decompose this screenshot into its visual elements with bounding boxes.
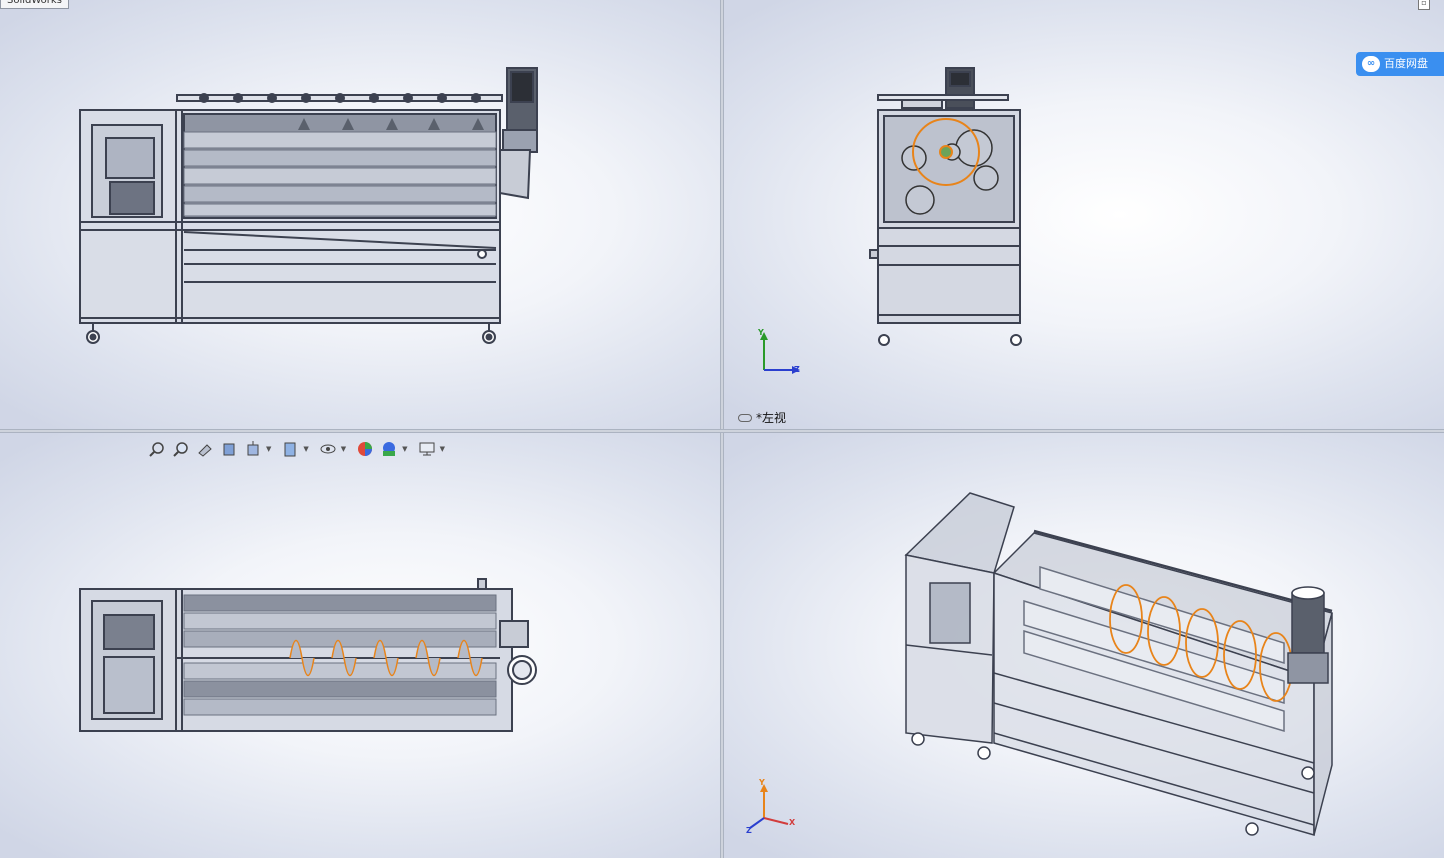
viewport-front[interactable]: SolidWorks <box>0 0 720 429</box>
view-settings-icon[interactable] <box>416 439 438 459</box>
view-name-label: *左视 <box>738 409 786 426</box>
cloud-icon: ∞ <box>1362 56 1380 72</box>
restore-view-icon[interactable]: ▫ <box>1418 0 1430 10</box>
coordinate-triad: Y Z <box>754 328 804 384</box>
view-orientation-icon[interactable] <box>242 439 264 459</box>
isometric-model <box>904 492 1333 836</box>
viewport-top-view[interactable]: ▼ ▼ ▼ ▼ ▼ <box>0 433 720 858</box>
left-view-model <box>869 67 1022 346</box>
top-view-model <box>79 578 537 732</box>
hide-show-items-icon[interactable] <box>317 439 339 459</box>
baidu-badge-label: 百度网盘 <box>1384 57 1428 70</box>
zoom-to-area-icon[interactable] <box>170 439 192 459</box>
display-style-icon[interactable] <box>279 439 301 459</box>
chevron-down-icon[interactable]: ▼ <box>266 445 271 453</box>
baidu-netdisk-badge[interactable]: ∞ 百度网盘 <box>1356 52 1444 76</box>
chevron-down-icon[interactable]: ▼ <box>402 445 407 453</box>
document-tab[interactable]: SolidWorks <box>0 0 69 9</box>
link-view-icon[interactable] <box>738 413 752 422</box>
previous-view-icon[interactable] <box>194 439 216 459</box>
front-view-model <box>79 67 538 344</box>
chevron-down-icon[interactable]: ▼ <box>303 445 308 453</box>
heads-up-view-toolbar: ▼ ▼ ▼ ▼ ▼ <box>146 439 451 459</box>
section-view-icon[interactable] <box>218 439 240 459</box>
axis-y-label: Y <box>758 328 764 337</box>
axis-z-label: Z <box>794 365 800 374</box>
axis-z-label: Z <box>746 826 752 835</box>
viewport-isometric[interactable]: Y X Z <box>724 433 1444 858</box>
viewport-left-view[interactable]: ▫ ∞ 百度网盘 Y Z *左视 <box>724 0 1444 429</box>
chevron-down-icon[interactable]: ▼ <box>341 445 346 453</box>
axis-y-label: Y <box>759 778 765 787</box>
zoom-to-fit-icon[interactable] <box>146 439 168 459</box>
edit-appearance-icon[interactable] <box>354 439 376 459</box>
apply-scene-icon[interactable] <box>378 439 400 459</box>
coordinate-triad-iso: Y X Z <box>744 778 804 842</box>
view-name-text: *左视 <box>756 411 787 425</box>
chevron-down-icon[interactable]: ▼ <box>440 445 445 453</box>
horizontal-splitter[interactable] <box>0 429 1444 433</box>
axis-x-label: X <box>789 818 796 827</box>
